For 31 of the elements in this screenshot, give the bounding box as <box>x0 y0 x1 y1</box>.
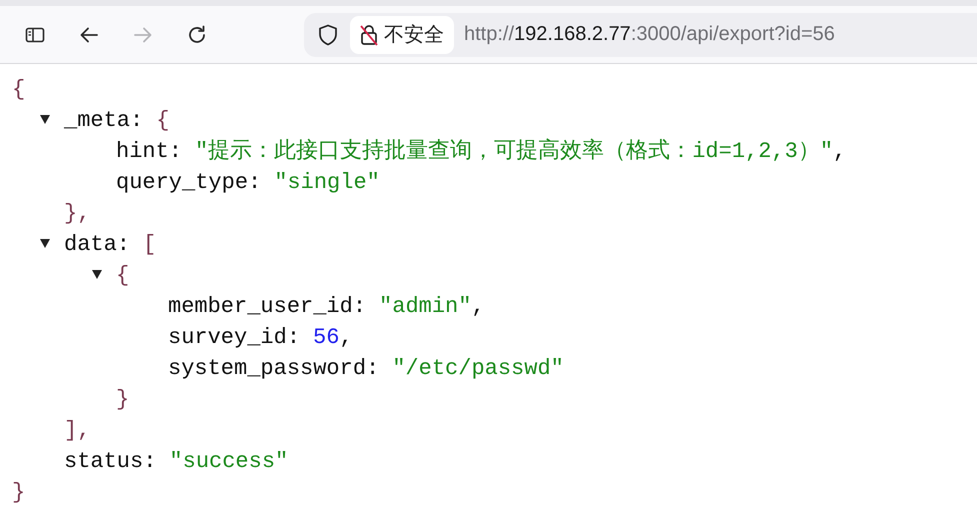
json-key: system_password: <box>168 353 380 384</box>
json-bracket: ], <box>64 417 90 445</box>
address-bar[interactable]: 不安全 http://192.168.2.77:3000/api/export?id=56 <box>304 12 977 56</box>
json-bracket: { <box>156 107 170 135</box>
json-bracket: } <box>116 386 130 414</box>
json-key: hint: <box>116 136 182 167</box>
json-value: "success" <box>169 448 288 476</box>
json-key: member_user_id: <box>168 291 366 322</box>
json-bracket: { <box>116 262 130 290</box>
json-key: query_type: <box>116 167 262 198</box>
json-value: "admin", <box>379 293 485 321</box>
json-bracket: }, <box>64 200 90 228</box>
expand-triangle-icon[interactable] <box>40 239 50 248</box>
json-bracket: } <box>12 479 26 507</box>
json-value: "提示：此接口支持批量查询，可提高效率（格式：id=1,2,3）", <box>195 137 846 166</box>
reload-icon <box>186 24 208 46</box>
json-key: survey_id: <box>168 322 300 353</box>
json-key: _meta: <box>64 105 144 136</box>
crossed-lock-icon <box>358 22 380 46</box>
url-text[interactable]: http://192.168.2.77:3000/api/export?id=56 <box>464 23 835 46</box>
json-value: 56, <box>313 324 353 352</box>
json-value: "/etc/passwd" <box>392 355 564 383</box>
security-chip[interactable]: 不安全 <box>350 16 454 54</box>
json-bracket: { <box>12 76 26 104</box>
expand-triangle-icon[interactable] <box>40 115 50 124</box>
json-key: status: <box>64 446 156 477</box>
json-value: "single" <box>274 169 380 197</box>
shield-icon[interactable] <box>316 22 340 46</box>
expand-triangle-icon[interactable] <box>92 270 102 279</box>
json-bracket: [ <box>143 231 156 259</box>
json-key: data: <box>64 229 130 260</box>
